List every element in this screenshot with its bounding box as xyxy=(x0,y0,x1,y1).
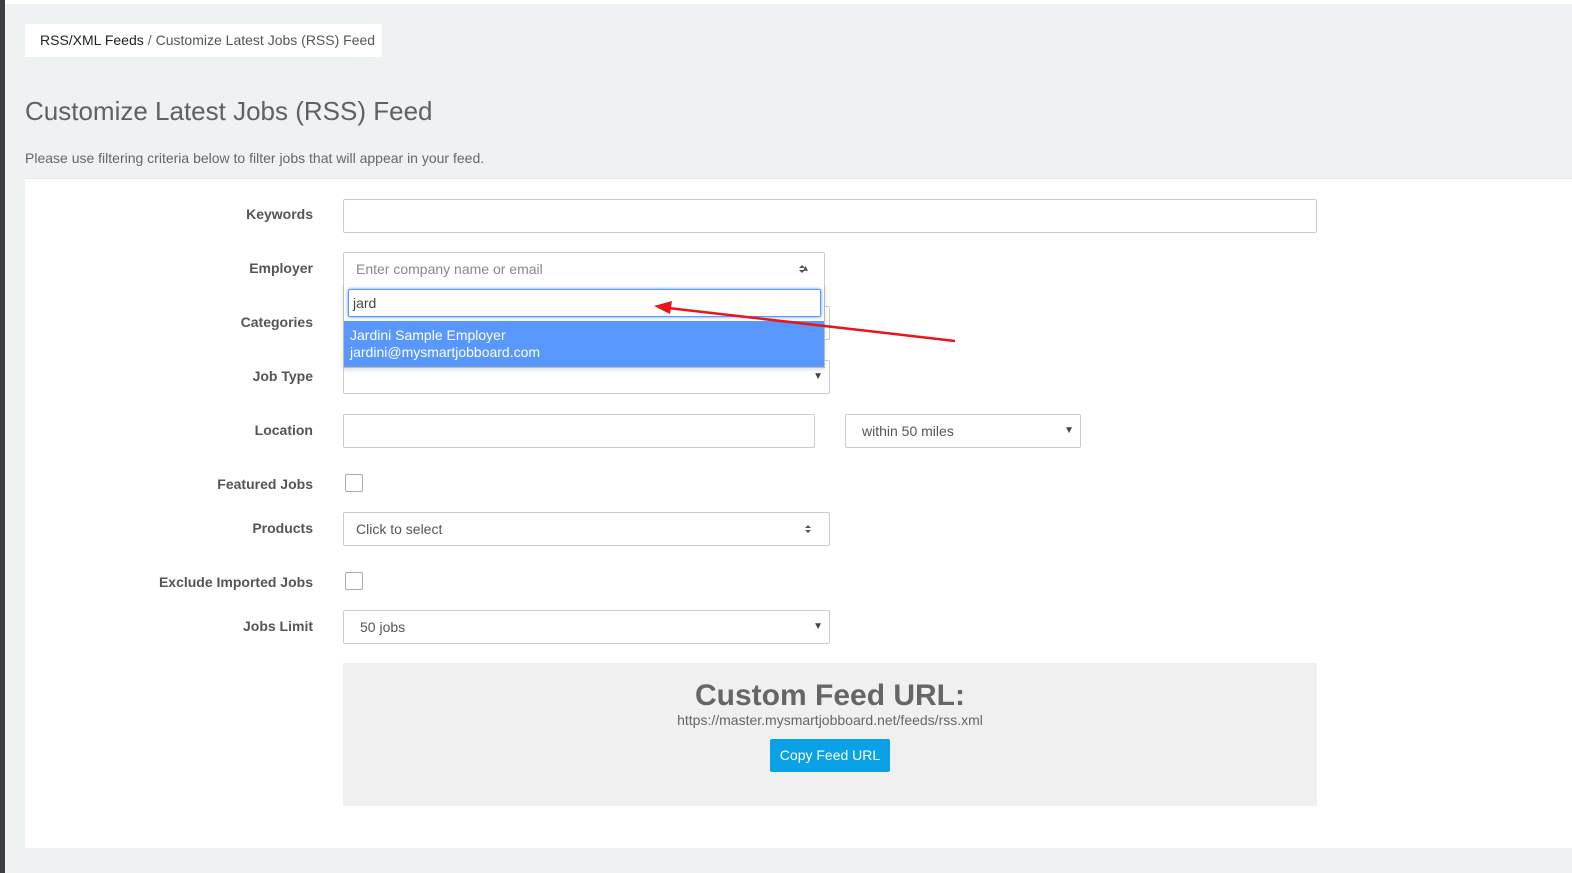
categories-label: Categories xyxy=(240,314,313,330)
products-label: Products xyxy=(252,520,313,536)
breadcrumb-separator: / xyxy=(147,32,152,48)
breadcrumb-current: Customize Latest Jobs (RSS) Feed xyxy=(155,32,376,48)
feed-url: https://master.mysmartjobboard.net/feeds… xyxy=(677,712,983,728)
products-select[interactable]: Click to select xyxy=(343,512,830,546)
employer-option-name: Jardini Sample Employer xyxy=(350,327,506,343)
products-placeholder: Click to select xyxy=(356,521,443,537)
employer-dropdown: jard Jardini Sample Employer jardini@mys… xyxy=(343,285,825,368)
breadcrumb: RSS/XML Feeds / Customize Latest Jobs (RSS… xyxy=(25,24,382,57)
jobs-limit-label: Jobs Limit xyxy=(242,618,313,634)
page-description: Please use filtering criteria below to f… xyxy=(25,150,485,166)
job-type-label: Job Type xyxy=(252,368,313,384)
jobs-limit-value: 50 jobs xyxy=(360,619,406,635)
employer-search-input[interactable]: jard xyxy=(348,289,821,317)
featured-jobs-label: Featured Jobs xyxy=(217,476,313,492)
page-title: Customize Latest Jobs (RSS) Feed xyxy=(25,96,433,126)
keywords-label: Keywords xyxy=(246,206,313,222)
top-bar xyxy=(5,0,1572,4)
location-radius-select[interactable]: within 50 miles ▼ xyxy=(845,414,1081,448)
custom-feed-panel: Custom Feed URL: https://master.mysmartj… xyxy=(343,663,1317,806)
featured-jobs-checkbox[interactable] xyxy=(345,474,363,492)
employer-select[interactable]: Enter company name or email ▴︎ xyxy=(343,252,825,286)
jobs-limit-select[interactable]: 50 jobs ▼ xyxy=(343,610,830,644)
breadcrumb-link-rss-feeds[interactable]: RSS/XML Feeds xyxy=(40,32,144,48)
location-input[interactable] xyxy=(343,414,815,448)
caret-down-icon: ▼ xyxy=(1064,425,1074,436)
caret-down-icon: ▼ xyxy=(813,621,823,632)
keywords-input[interactable] xyxy=(343,199,1317,233)
chevron-updown-icon xyxy=(805,525,811,533)
window-edge xyxy=(0,0,5,873)
employer-placeholder: Enter company name or email xyxy=(356,261,543,277)
employer-label: Employer xyxy=(249,260,313,276)
exclude-imported-checkbox[interactable] xyxy=(345,572,363,590)
location-radius-value: within 50 miles xyxy=(862,423,954,439)
feed-title: Custom Feed URL: xyxy=(695,679,965,712)
employer-option[interactable]: Jardini Sample Employer jardini@mysmartj… xyxy=(344,321,824,367)
employer-option-email: jardini@mysmartjobboard.com xyxy=(350,344,541,360)
exclude-imported-label: Exclude Imported Jobs xyxy=(158,574,313,590)
copy-feed-url-button[interactable]: Copy Feed URL xyxy=(770,739,890,772)
location-label: Location xyxy=(254,422,313,438)
chevron-updown-icon xyxy=(799,265,805,273)
